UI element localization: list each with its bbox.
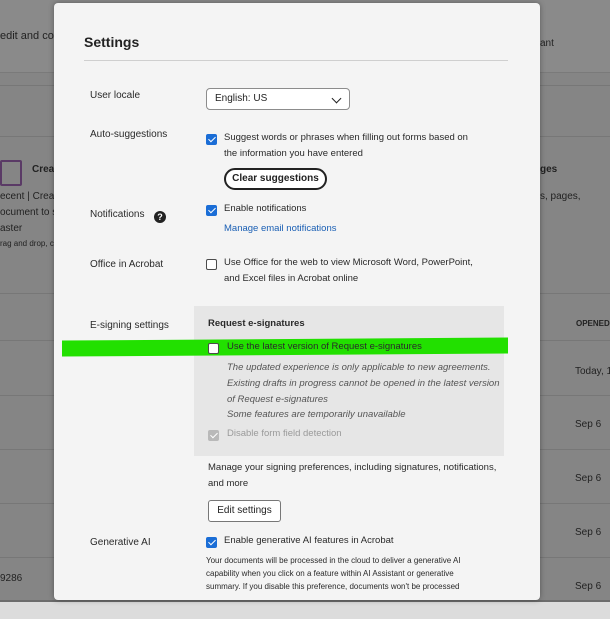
office-in-acrobat-label: Office in Acrobat bbox=[90, 259, 164, 270]
enable-notifications-text: Enable notifications bbox=[224, 203, 307, 214]
request-e-signatures-title: Request e-signatures bbox=[208, 318, 305, 329]
generative-ai-text: Enable generative AI features in Acrobat bbox=[224, 535, 394, 546]
signing-preferences-line: Manage your signing preferences, includi… bbox=[208, 462, 497, 473]
auto-suggestions-label: Auto-suggestions bbox=[90, 129, 168, 140]
disable-form-field-detection-checkbox[interactable] bbox=[208, 430, 219, 441]
disable-form-field-detection-text: Disable form field detection bbox=[227, 428, 342, 439]
signing-preferences-line: and more bbox=[208, 478, 249, 489]
user-locale-label: User locale bbox=[90, 90, 141, 101]
background-number-text: 9286 bbox=[0, 573, 23, 584]
generative-ai-description-line: capability when you click on a feature w… bbox=[206, 569, 454, 578]
generative-ai-label: Generative AI bbox=[90, 537, 151, 548]
latest-version-text: Use the latest version of Request e-sign… bbox=[227, 341, 422, 352]
background-drag-text: rag and drop, c bbox=[0, 239, 54, 248]
help-icon[interactable]: ? bbox=[154, 211, 166, 223]
clear-suggestions-button[interactable]: Clear suggestions bbox=[224, 168, 327, 190]
background-header-text: edit and co bbox=[0, 30, 54, 42]
chevron-down-icon bbox=[331, 93, 342, 104]
enable-notifications-checkbox[interactable] bbox=[206, 205, 217, 216]
opened-value: Sep 6 bbox=[575, 527, 602, 538]
background-create-label: Crea bbox=[32, 164, 55, 175]
user-locale-select[interactable]: English: US bbox=[206, 88, 350, 110]
generative-ai-description: Your documents will be processed in the … bbox=[206, 554, 461, 593]
opened-value: Sep 6 bbox=[575, 581, 602, 592]
settings-dialog: Settings User locale English: US Auto-su… bbox=[54, 3, 540, 600]
user-locale-value: English: US bbox=[215, 93, 268, 104]
office-for-web-text-line: Use Office for the web to view Microsoft… bbox=[224, 257, 473, 268]
generative-ai-checkbox[interactable] bbox=[206, 537, 217, 548]
background-aster-text: aster bbox=[0, 223, 23, 234]
edit-settings-button[interactable]: Edit settings bbox=[208, 500, 281, 522]
e-signing-settings-label: E-signing settings bbox=[90, 320, 169, 331]
title-divider bbox=[84, 60, 508, 61]
bottom-strip bbox=[0, 600, 610, 619]
opened-value: Sep 6 bbox=[575, 419, 602, 430]
create-pdf-icon bbox=[0, 160, 22, 186]
background-right-text: s, pages, bbox=[540, 191, 581, 202]
auto-suggestions-text-line: Suggest words or phrases when filling ou… bbox=[224, 132, 468, 143]
auto-suggestions-text-line: the information you have entered bbox=[224, 148, 363, 159]
info-text-line: The updated experience is only applicabl… bbox=[227, 362, 491, 373]
info-text-line: of Request e-signatures bbox=[227, 394, 328, 405]
background-header-right-text: ant bbox=[540, 38, 554, 49]
dialog-title: Settings bbox=[84, 34, 140, 50]
features-unavailable-link[interactable]: Some features are temporarily unavailabl… bbox=[227, 407, 405, 423]
opened-column-header: OPENED bbox=[576, 319, 610, 328]
auto-suggestions-text: Suggest words or phrases when filling ou… bbox=[224, 130, 468, 162]
latest-version-checkbox[interactable] bbox=[208, 343, 219, 354]
opened-value: Sep 6 bbox=[575, 473, 602, 484]
office-for-web-text: Use Office for the web to view Microsoft… bbox=[224, 255, 473, 287]
background-right-heading: ges bbox=[540, 164, 558, 175]
generative-ai-description-line: Your documents will be processed in the … bbox=[206, 556, 461, 565]
signing-preferences-text: Manage your signing preferences, includi… bbox=[208, 460, 496, 492]
generative-ai-description-line: summary. If you disable this preference,… bbox=[206, 582, 460, 591]
office-for-web-checkbox[interactable] bbox=[206, 259, 217, 270]
e-signatures-info-text: The updated experience is only applicabl… bbox=[227, 360, 500, 408]
notifications-label: Notifications bbox=[90, 209, 145, 220]
office-for-web-text-line: and Excel files in Acrobat online bbox=[224, 273, 359, 284]
background-recent-text: ecent | Crea bbox=[0, 191, 55, 202]
manage-email-notifications-link[interactable]: Manage email notifications bbox=[224, 221, 336, 237]
auto-suggestions-checkbox[interactable] bbox=[206, 134, 217, 145]
info-text-line: Existing drafts in progress cannot be op… bbox=[227, 378, 500, 389]
opened-value: Today, 1 bbox=[575, 366, 610, 377]
background-doc-text: ocument to s bbox=[0, 207, 58, 218]
